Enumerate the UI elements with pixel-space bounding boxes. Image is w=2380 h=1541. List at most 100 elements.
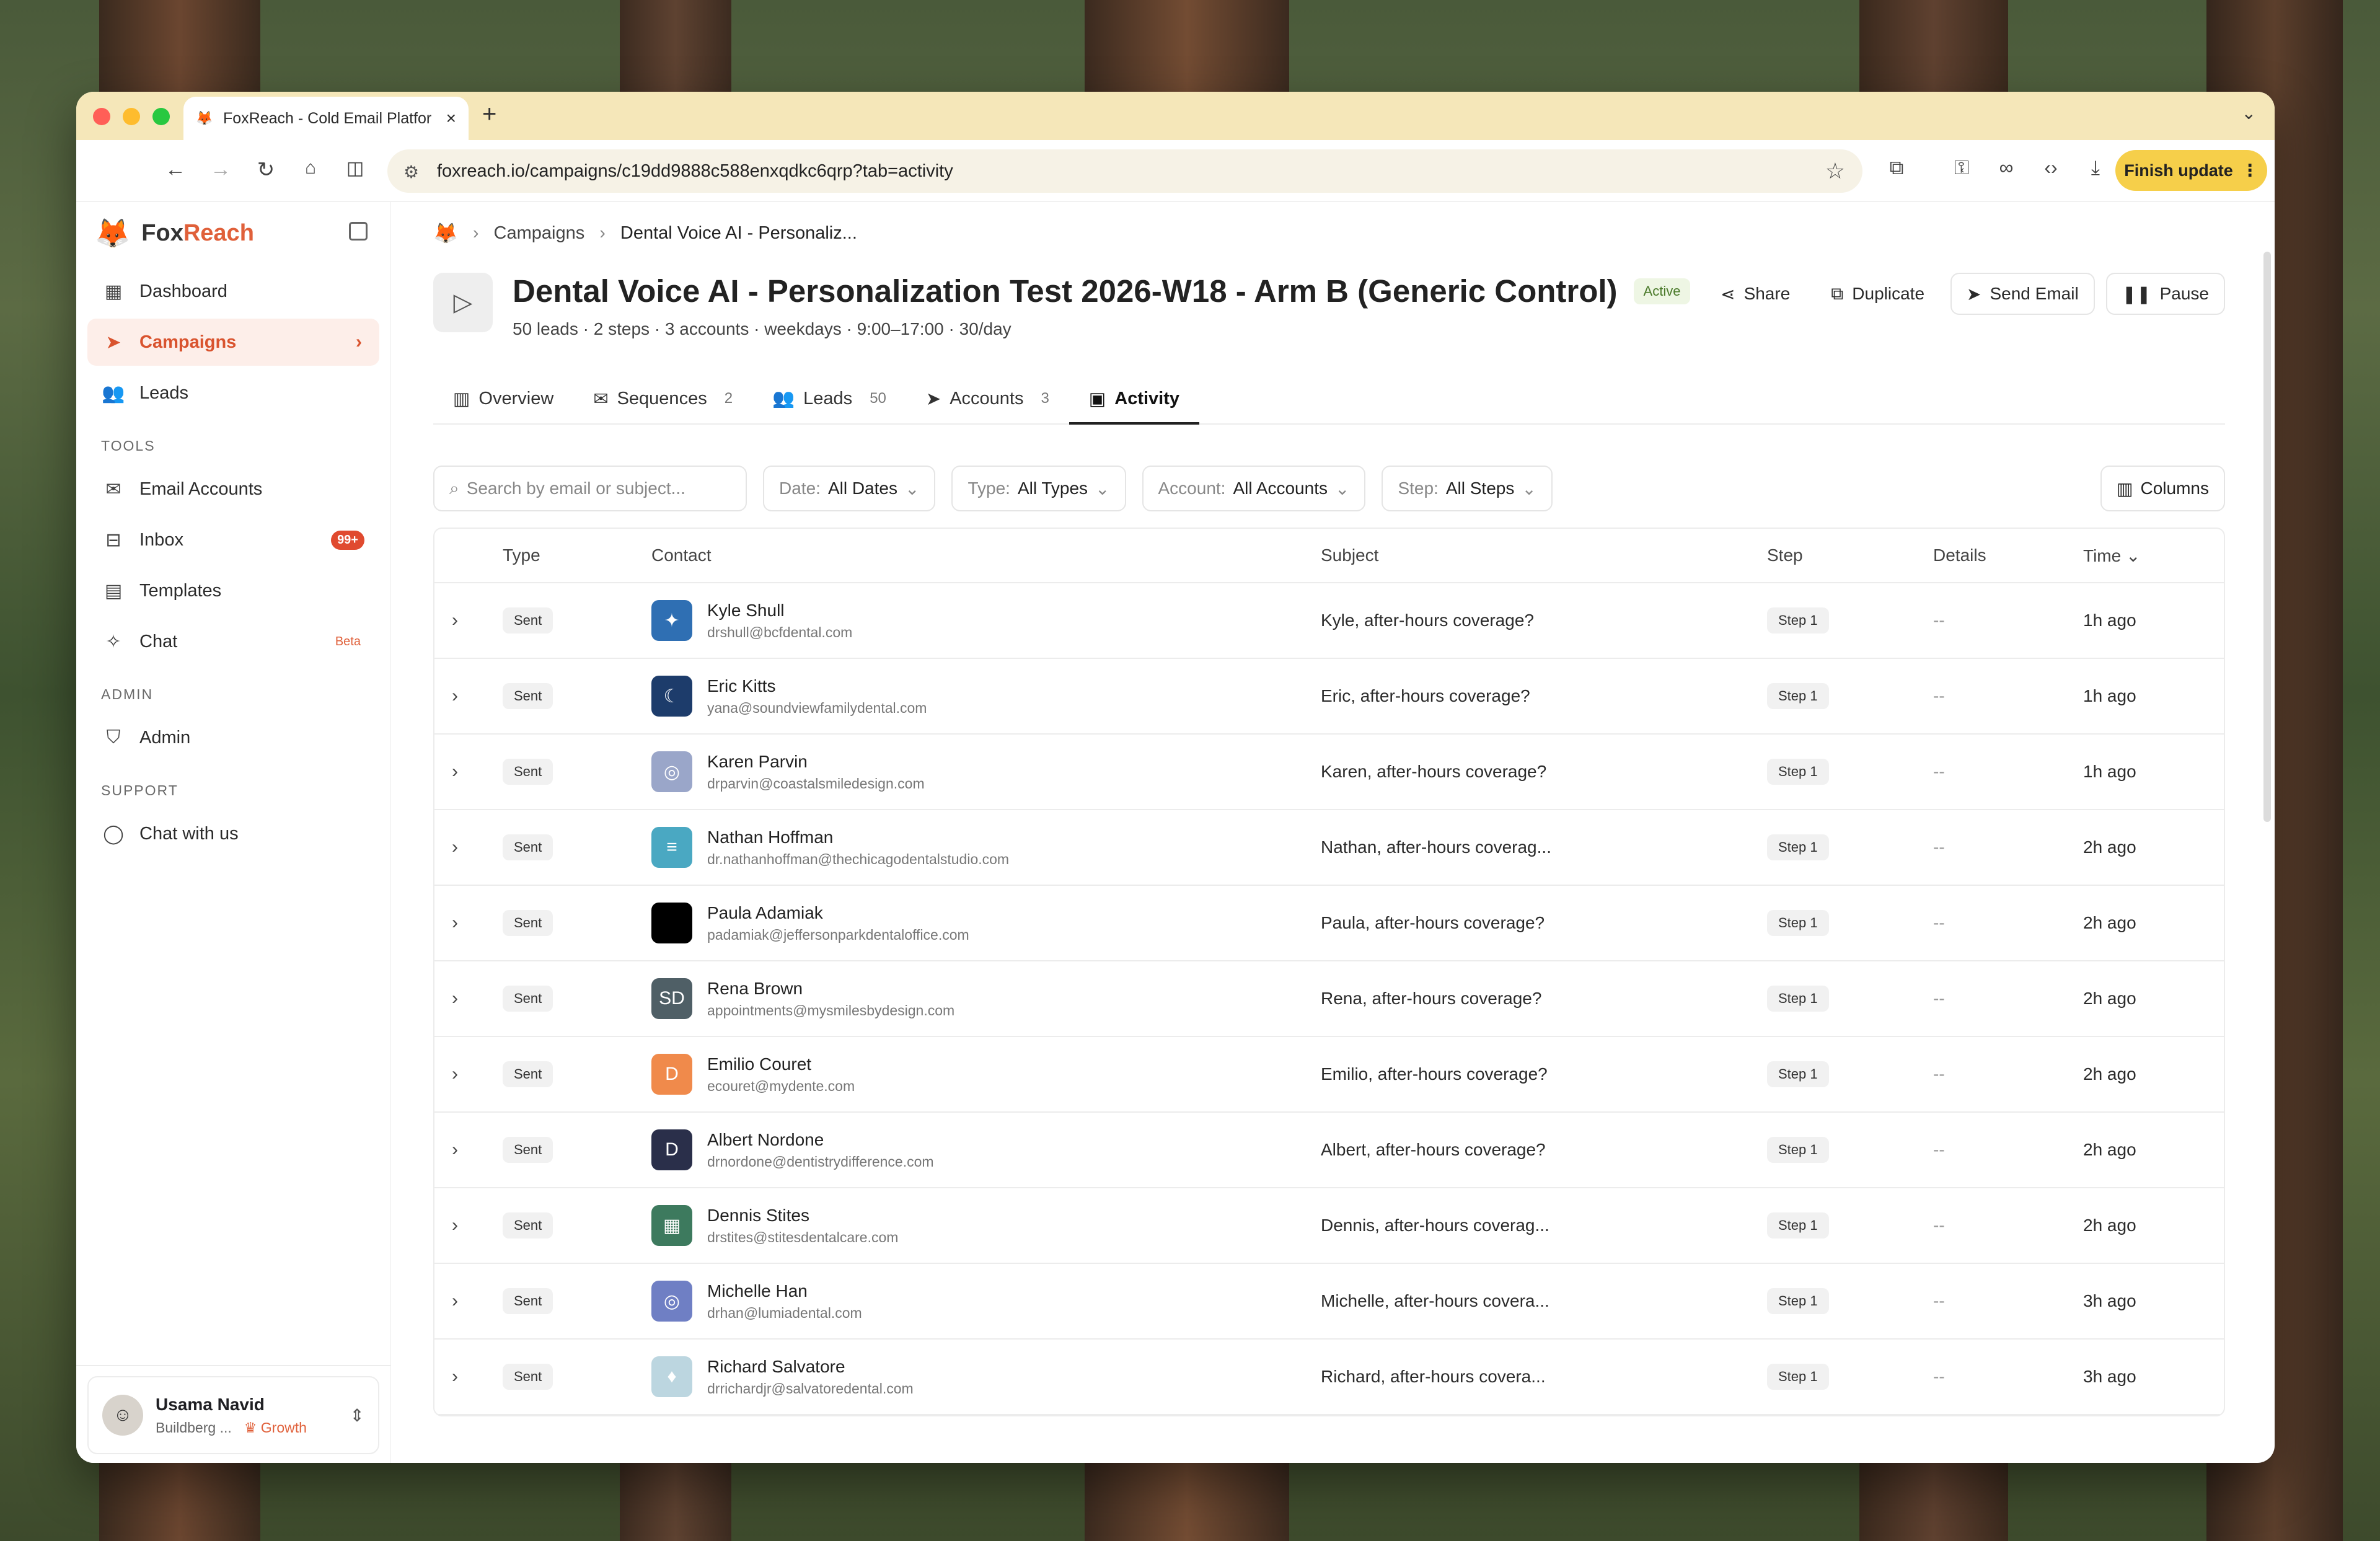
time-cell: 2h ago bbox=[2083, 1064, 2136, 1084]
tab-search-chevron-icon[interactable]: ⌄ bbox=[2242, 103, 2256, 123]
columns-button[interactable]: ▥ Columns bbox=[2100, 466, 2225, 511]
back-arrow-icon[interactable]: ← bbox=[163, 157, 188, 182]
expand-chevron-icon[interactable]: › bbox=[434, 1291, 503, 1312]
contact-name: Paula Adamiak bbox=[707, 903, 823, 922]
table-row[interactable]: › Sent ♦ Richard Salvatore drrichardjr@salva… bbox=[434, 1340, 2224, 1415]
user-menu[interactable]: ☺ Usama Navid Buildberg ... ♛ Growth ⇕ bbox=[87, 1376, 379, 1454]
sidebar-item-chat-with-us[interactable]: ◯ Chat with us bbox=[87, 810, 379, 857]
reload-icon[interactable]: ↻ bbox=[253, 157, 278, 182]
reading-mode-icon[interactable]: ◫ bbox=[343, 157, 368, 179]
column-header-details[interactable]: Details bbox=[1933, 545, 2083, 565]
play-icon[interactable]: ▷ bbox=[433, 273, 493, 332]
filter-value: All Steps bbox=[1445, 479, 1515, 498]
table-row[interactable]: › Sent SD Rena Brown appointments@mysmilesby… bbox=[434, 961, 2224, 1037]
tab-activity[interactable]: ▣ Activity bbox=[1069, 374, 1200, 425]
fox-home-icon[interactable]: 🦊 bbox=[433, 221, 458, 245]
close-tab-icon[interactable]: × bbox=[446, 108, 456, 128]
column-header-time[interactable]: Time ⌄ bbox=[2083, 545, 2224, 566]
forward-arrow-icon[interactable]: → bbox=[208, 157, 233, 182]
browser-window: 🦊 FoxReach - Cold Email Platfor × + ⌄ ← … bbox=[76, 92, 2275, 1463]
expand-chevron-icon[interactable]: › bbox=[434, 1139, 503, 1160]
site-settings-icon[interactable]: ⚙ bbox=[403, 162, 419, 182]
send-icon: ➤ bbox=[925, 389, 941, 409]
pause-label: Pause bbox=[2159, 284, 2209, 303]
details-cell: -- bbox=[1933, 913, 1945, 932]
extensions-icon[interactable]: ⧉ bbox=[1883, 156, 1910, 180]
time-cell: 1h ago bbox=[2083, 762, 2136, 781]
send-email-button[interactable]: ➤ Send Email bbox=[1950, 273, 2095, 315]
column-header-contact[interactable]: Contact bbox=[651, 545, 1321, 565]
table-row[interactable]: › Sent ◎ Michelle Han drhan@lumiadental.com M… bbox=[434, 1264, 2224, 1340]
tab-leads[interactable]: 👥 Leads 50 bbox=[752, 374, 906, 423]
date-filter-select[interactable]: Date: All Dates ⌄ bbox=[763, 466, 936, 511]
column-header-subject[interactable]: Subject bbox=[1321, 545, 1767, 565]
finish-update-button[interactable]: Finish update ⋮ bbox=[2115, 150, 2267, 191]
table-row[interactable]: › Sent ≡ Nathan Hoffman dr.nathanhoffman@the… bbox=[434, 810, 2224, 886]
chevron-down-icon: ⌄ bbox=[1522, 479, 1536, 498]
download-icon[interactable]: ⤓ bbox=[2082, 156, 2109, 180]
tab-label: Overview bbox=[478, 388, 554, 408]
expand-chevron-icon[interactable]: › bbox=[434, 1064, 503, 1085]
sidebar-toggle-icon[interactable] bbox=[349, 222, 368, 241]
table-row[interactable]: › Sent ✦ Kyle Shull drshull@bcfdental.com Kyl… bbox=[434, 583, 2224, 659]
sidebar-item-dashboard[interactable]: ▦ Dashboard bbox=[87, 268, 379, 315]
tab-sequences[interactable]: ✉ Sequences 2 bbox=[573, 374, 752, 423]
expand-chevron-icon[interactable]: › bbox=[434, 912, 503, 934]
sidebar-item-inbox[interactable]: ⊟ Inbox 99+ bbox=[87, 516, 379, 563]
tab-count: 2 bbox=[724, 390, 733, 407]
breadcrumb-campaigns[interactable]: Campaigns bbox=[494, 223, 585, 244]
maximize-window-button[interactable] bbox=[152, 108, 170, 125]
tab-overview[interactable]: ▥ Overview bbox=[433, 374, 573, 423]
home-icon[interactable]: ⌂ bbox=[298, 157, 323, 179]
sidebar-item-chat[interactable]: ✧ Chat Beta bbox=[87, 618, 379, 665]
new-tab-icon[interactable]: + bbox=[482, 100, 496, 128]
sidebar-item-leads[interactable]: 👥 Leads bbox=[87, 369, 379, 417]
account-filter-select[interactable]: Account: All Accounts ⌄ bbox=[1142, 466, 1366, 511]
browser-tab[interactable]: 🦊 FoxReach - Cold Email Platfor × bbox=[183, 97, 469, 140]
sidebar-item-campaigns[interactable]: ➤ Campaigns › bbox=[87, 319, 379, 366]
code-icon[interactable]: ‹› bbox=[2037, 156, 2065, 179]
table-row[interactable]: › Sent D Albert Nordone drnordone@dentistryd… bbox=[434, 1113, 2224, 1188]
bookmark-star-icon[interactable]: ☆ bbox=[1825, 158, 1845, 184]
sidebar-item-label: Templates bbox=[139, 580, 222, 601]
expand-chevron-icon[interactable]: › bbox=[434, 837, 503, 858]
window-controls bbox=[93, 108, 170, 125]
minimize-window-button[interactable] bbox=[123, 108, 140, 125]
type-badge: Sent bbox=[503, 1137, 553, 1163]
pause-button[interactable]: ❚❚ Pause bbox=[2105, 273, 2225, 315]
details-cell: -- bbox=[1933, 611, 1945, 630]
table-row[interactable]: › Sent ◎ Karen Parvin drparvin@coastalsmiled… bbox=[434, 735, 2224, 810]
step-filter-select[interactable]: Step: All Steps ⌄ bbox=[1382, 466, 1553, 511]
sidebar-item-admin[interactable]: ⛉ Admin bbox=[87, 714, 379, 761]
contact-name: Karen Parvin bbox=[707, 751, 808, 771]
expand-chevron-icon[interactable]: › bbox=[434, 761, 503, 782]
expand-chevron-icon[interactable]: › bbox=[434, 1215, 503, 1236]
table-row[interactable]: › Sent ☾ Eric Kitts yana@soundviewfamilydent… bbox=[434, 659, 2224, 735]
table-row[interactable]: › Sent D Emilio Couret ecouret@mydente.com Em… bbox=[434, 1037, 2224, 1113]
tab-count: 3 bbox=[1041, 390, 1049, 407]
sidebar-item-label: Admin bbox=[139, 727, 191, 748]
table-row[interactable]: › Sent ▦ Dennis Stites drstites@stitesdental… bbox=[434, 1188, 2224, 1264]
close-window-button[interactable] bbox=[93, 108, 110, 125]
scrollbar[interactable] bbox=[2263, 252, 2271, 822]
share-button[interactable]: ⋖ Share bbox=[1706, 273, 1805, 315]
duplicate-button[interactable]: ⧉ Duplicate bbox=[1816, 273, 1939, 315]
link-icon[interactable]: ∞ bbox=[1993, 156, 2020, 179]
expand-chevron-icon[interactable]: › bbox=[434, 1366, 503, 1387]
table-row[interactable]: › Sent Paula Adamiak padamiak@jeffersonpark… bbox=[434, 886, 2224, 961]
address-bar[interactable]: ⚙ foxreach.io/campaigns/c19dd9888c588enx… bbox=[387, 149, 1862, 193]
contact-email: drparvin@coastalsmiledesign.com bbox=[707, 775, 925, 792]
expand-chevron-icon[interactable]: › bbox=[434, 988, 503, 1009]
expand-chevron-icon[interactable]: › bbox=[434, 686, 503, 707]
mail-icon: ✉ bbox=[105, 479, 121, 500]
expand-chevron-icon[interactable]: › bbox=[434, 610, 503, 631]
sidebar-item-email-accounts[interactable]: ✉ Email Accounts bbox=[87, 466, 379, 513]
tab-accounts[interactable]: ➤ Accounts 3 bbox=[906, 374, 1069, 423]
sidebar-item-templates[interactable]: ▤ Templates bbox=[87, 567, 379, 614]
password-key-icon[interactable]: ⚿ bbox=[1948, 156, 1975, 180]
tab-label: Accounts bbox=[950, 388, 1024, 408]
column-header-type[interactable]: Type bbox=[503, 545, 651, 565]
column-header-step[interactable]: Step bbox=[1767, 545, 1933, 565]
search-input[interactable]: ⌕ Search by email or subject... bbox=[433, 466, 747, 511]
type-filter-select[interactable]: Type: All Types ⌄ bbox=[951, 466, 1126, 511]
